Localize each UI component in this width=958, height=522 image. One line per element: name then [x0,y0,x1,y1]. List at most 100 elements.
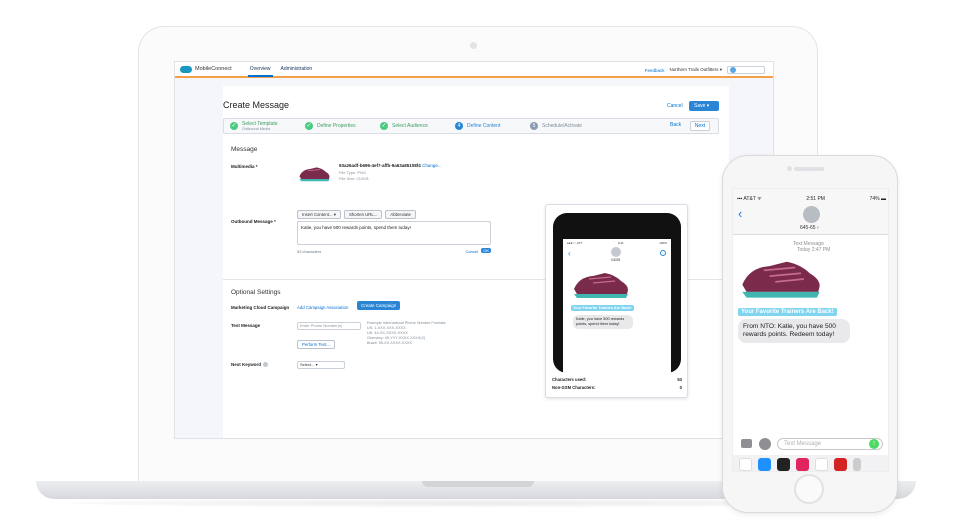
battery: 74% ▬ [869,196,886,202]
chars-used-row: Characters used: 53 [552,377,682,382]
non-gsm-value: 0 [679,385,682,390]
check-icon: ✓ [305,122,313,130]
preview-battery: 100% [659,241,667,245]
check-icon: ✓ [380,122,388,130]
message-footer: 53 characters Cancel OK [297,248,491,254]
add-campaign-association-link[interactable]: Add Campaign Association [297,305,348,310]
multimedia-label: Multimedia * [231,164,258,169]
check-icon: ✓ [230,122,238,130]
message-bubble: From NTO: Katie, you have 500 rewards po… [738,319,850,343]
text-message-input[interactable]: Text Message [777,438,883,450]
camera-icon[interactable] [741,439,752,448]
contact-avatar-icon[interactable] [803,206,820,223]
appstore-icon[interactable] [758,457,771,471]
shoe-image[interactable] [738,253,824,305]
preview-contact: 04035 [611,258,621,262]
cloud-logo-icon [180,65,192,73]
app-name: MobileConnect [195,66,232,72]
optional-settings-title: Optional Settings [231,289,281,296]
non-gsm-label: Non-GSM Characters: [552,385,596,390]
step-label: Select Audience [392,123,428,129]
info-icon: i [660,250,666,256]
file-size: File Size: 212KB [339,176,369,181]
preview-message-bubble: Katie, you have 500 rewards points, spen… [573,315,633,329]
laptop-camera [470,42,477,49]
app-store-icon[interactable] [759,438,771,450]
preview-status-bar: ●●●○○ ATT 9:41 100% [567,241,667,245]
message-ok-button[interactable]: OK [481,248,491,253]
create-campaign-button[interactable]: Create Campaign [357,301,401,310]
iphone-status-bar: ▪▪▪ AT&T ᯤ 2:51 PM 74% ▬ [737,196,886,202]
iphone-home-button[interactable] [794,474,824,504]
character-count: 53 characters [297,249,322,254]
tab-overview[interactable]: Overview [247,62,273,77]
file-name-text: 93a26adf-b696-4ef7-affb-9a63a85108f4 [339,163,421,168]
app-drawer [733,455,888,471]
photos-icon[interactable] [739,457,752,471]
feedback-link[interactable]: Feedback [645,68,665,73]
message-cancel-link[interactable]: Cancel [466,249,478,254]
phone-format-help: Example International Phone Number Forma… [367,321,446,346]
non-gsm-row: Non-GSM Characters: 0 [552,385,682,390]
back-link[interactable]: Back [670,122,681,128]
tab-administration[interactable]: Administration [279,62,315,77]
test-message-label: Test Message [231,323,261,328]
shorten-url-button[interactable]: Shorten URL... [343,210,383,219]
next-keyword-select[interactable]: Select... ▾ [297,361,345,369]
message-toolbar: Insert Content... ▾ Shorten URL... Abbre… [297,210,416,219]
shoe-thumbnail-image [299,167,330,182]
iphone-camera [787,166,792,171]
back-chevron-icon[interactable]: ‹ [738,206,742,221]
preview-shoe-image [574,273,628,298]
next-button[interactable]: Next [690,121,710,131]
file-type: File Type: PNG [339,170,367,175]
laptop-notch [422,481,534,487]
step-select-template[interactable]: ✓ Select Template Outbound Media [224,119,299,133]
image-caption: Your Favorite Trainers Are Back! [738,308,837,316]
step-number: 5 [530,122,538,130]
back-chevron-icon: ‹ [568,249,571,258]
app-screen: MobileConnect Overview Administration Fe… [174,61,774,439]
step-label: Define Properties [317,123,356,129]
step-define-properties[interactable]: ✓ Define Properties [299,119,374,133]
send-icon[interactable]: ↑ [869,439,879,449]
step-schedule-activate[interactable]: 5 Schedule/Activate [524,119,599,133]
insert-content-button[interactable]: Insert Content... ▾ [297,210,341,219]
user-menu[interactable] [727,66,765,74]
save-button[interactable]: Save ▾ [689,101,719,111]
next-keyword-text: Next Keyword [231,362,262,367]
preview-phone: ●●●○○ ATT 9:41 100% ‹ 04035 i Your Favor… [553,213,681,373]
more-apps-icon[interactable] [853,457,861,471]
search-gif-icon[interactable] [796,457,809,471]
help-line: Brazil: 55-XX-XXXX-XXXX [367,341,412,345]
abbreviate-button[interactable]: Abbreviate [385,210,416,219]
music-note-icon[interactable] [815,457,828,471]
step-sub: Outbound Media [242,127,271,131]
compose-row: Text Message ↑ [733,436,888,452]
step-define-content[interactable]: 4 Define Content [449,119,524,133]
file-name: 93a26adf-b696-4ef7-affb-9a63a85108f4 Cha… [339,163,442,168]
preview-carrier: ●●●○○ ATT [567,241,583,245]
phone-number-input[interactable]: Enter Phone Number(s) [297,322,361,330]
yelp-icon[interactable] [834,457,847,471]
page-title: Create Message [223,100,290,110]
change-link[interactable]: Change... [422,163,442,168]
app-header: MobileConnect Overview Administration Fe… [175,62,773,78]
org-switcher[interactable]: Northern Trails Outfitters ▾ [669,67,722,73]
iphone-screen: ▪▪▪ AT&T ᯤ 2:51 PM 74% ▬ ‹ 645-65 › Text… [732,188,889,472]
step-select-audience[interactable]: ✓ Select Audience [374,119,449,133]
step-text: Select Template Outbound Media [242,121,277,131]
music-circle-icon[interactable] [777,457,790,471]
marketing-composite: MobileConnect Overview Administration Fe… [0,0,958,522]
next-keyword-label: Next Keyword [231,362,269,368]
cancel-link[interactable]: Cancel [667,103,683,109]
outbound-message-textarea[interactable]: Katie, you have 500 rewards points, spen… [297,221,491,245]
step-number: 4 [455,122,463,130]
avatar [730,67,736,73]
step-label: Schedule/Activate [542,123,583,129]
preview-time: 9:41 [617,241,624,245]
perform-test-button[interactable]: Perform Test... [297,340,335,349]
chars-used-label: Characters used: [552,377,587,382]
contact-name[interactable]: 645-65 › [800,225,819,231]
info-icon[interactable] [263,362,269,368]
